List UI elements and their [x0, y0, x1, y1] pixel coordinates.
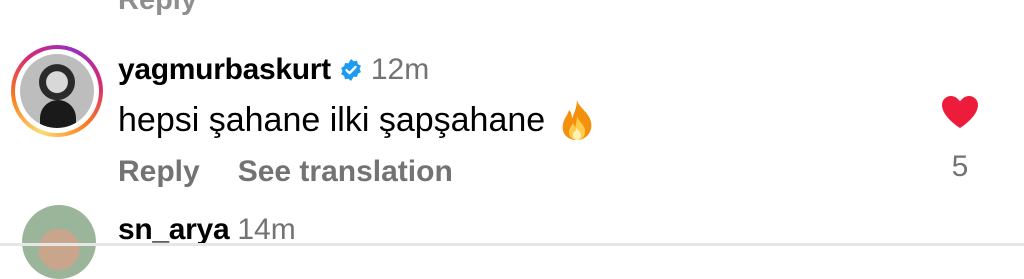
like-heart-icon[interactable]	[940, 94, 980, 130]
see-translation-button[interactable]: See translation	[238, 155, 453, 189]
like-count[interactable]: 5	[948, 150, 972, 184]
comment-header: yagmurbaskurt 12m	[118, 50, 429, 90]
verified-badge-icon	[339, 58, 363, 82]
reply-button[interactable]: Reply	[118, 155, 200, 189]
fire-icon	[557, 98, 597, 142]
avatar-story-ring[interactable]	[11, 45, 103, 137]
avatar	[20, 54, 94, 128]
comment-time: 12m	[370, 53, 430, 86]
comment-text: hepsi şahane ilki şapşahane	[118, 100, 546, 139]
comment-body: hepsi şahane ilki şapşahane	[118, 98, 597, 142]
comment-time: 14m	[237, 213, 296, 246]
avatar[interactable]	[22, 205, 96, 279]
username[interactable]: yagmurbaskurt	[118, 53, 331, 87]
comment-actions: Reply See translation	[118, 150, 453, 194]
avatar-border	[15, 49, 99, 133]
username[interactable]: sn_arya	[118, 213, 230, 247]
previous-reply-button[interactable]: Reply	[118, 0, 197, 17]
